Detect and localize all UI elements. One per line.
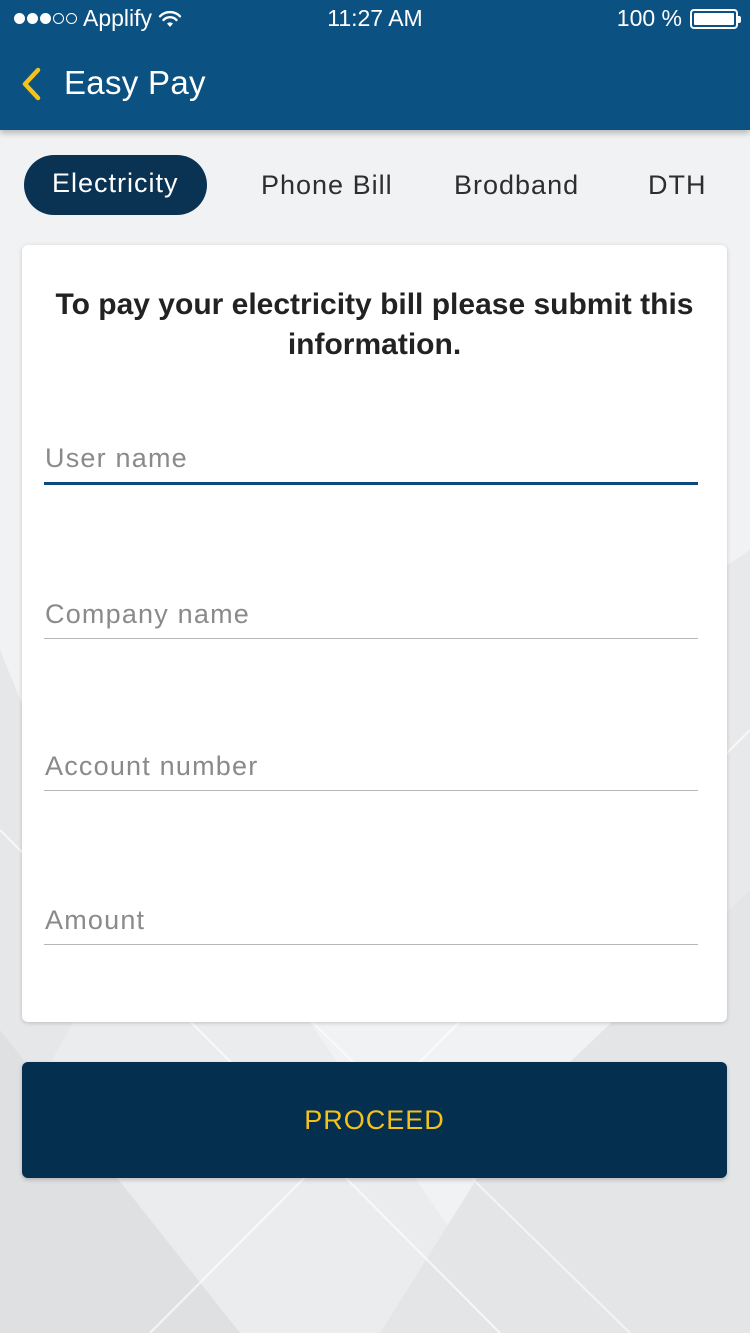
field-underline (44, 944, 698, 945)
app-header: Applify 11:27 AM 100 % Easy Pay (0, 0, 750, 130)
tab-electricity[interactable]: Electricity (24, 155, 207, 215)
chevron-left-icon[interactable] (18, 66, 46, 102)
amount-input[interactable] (44, 896, 698, 944)
tab-brodband[interactable]: Brodband (454, 155, 579, 215)
status-bar-right: 100 % (616, 5, 741, 32)
status-bar: Applify 11:27 AM 100 % (0, 0, 750, 36)
nav-bar: Easy Pay (0, 46, 750, 122)
field-underline (44, 638, 698, 639)
account-number-field (44, 742, 698, 791)
tab-phone-bill[interactable]: Phone Bill (261, 155, 393, 215)
user-name-field (44, 434, 698, 485)
tab-dth[interactable]: DTH (648, 155, 707, 215)
battery-icon (690, 8, 741, 29)
field-underline (44, 482, 698, 485)
proceed-button[interactable]: PROCEED (22, 1062, 727, 1178)
form-heading: To pay your electricity bill please subm… (55, 288, 694, 361)
field-underline (44, 790, 698, 791)
account-number-input[interactable] (44, 742, 698, 790)
page-title: Easy Pay (64, 64, 206, 101)
bill-type-tabs: Electricity Phone Bill Brodband DTH (0, 155, 750, 215)
payment-form-card: To pay your electricity bill please subm… (22, 245, 727, 1022)
amount-field (44, 896, 698, 945)
battery-percent: 100 % (616, 5, 682, 31)
company-name-field (44, 590, 698, 639)
user-name-input[interactable] (44, 434, 698, 482)
company-name-input[interactable] (44, 590, 698, 638)
